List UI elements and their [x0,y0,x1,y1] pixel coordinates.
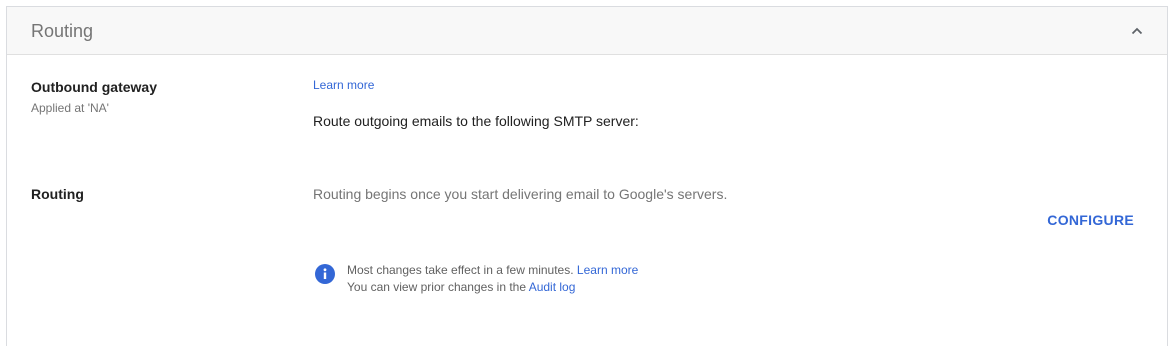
chevron-up-icon[interactable] [1129,23,1145,39]
routing-description: Routing begins once you start delivering… [313,186,728,202]
info-learn-more-link[interactable]: Learn more [577,263,638,277]
panel-header[interactable]: Routing [7,7,1167,55]
routing-label: Routing [31,186,84,202]
outbound-gateway-label: Outbound gateway [31,79,157,95]
panel-title: Routing [31,21,94,41]
info-icon [315,264,335,284]
info-line-1: Most changes take effect in a few minute… [347,263,638,277]
learn-more-link[interactable]: Learn more [313,78,374,92]
info-line-1-text: Most changes take effect in a few minute… [347,263,574,277]
outbound-gateway-description: Route outgoing emails to the following S… [313,113,639,129]
info-line-2: You can view prior changes in the Audit … [347,280,575,294]
applied-at-text: Applied at 'NA' [31,101,109,115]
routing-panel: Routing Outbound gateway Applied at 'NA'… [6,6,1168,346]
audit-log-link[interactable]: Audit log [529,280,576,294]
configure-button[interactable]: CONFIGURE [1047,212,1134,228]
info-line-2-text: You can view prior changes in the [347,280,527,294]
